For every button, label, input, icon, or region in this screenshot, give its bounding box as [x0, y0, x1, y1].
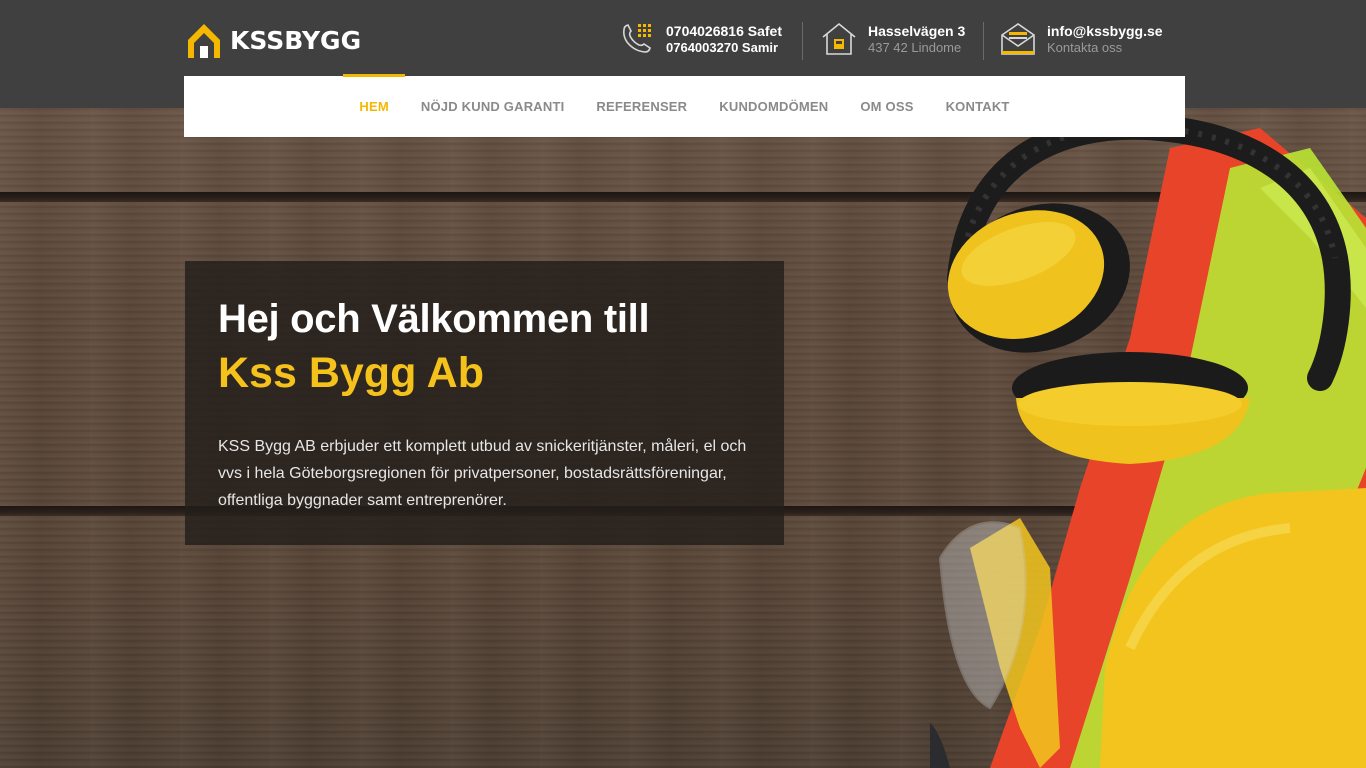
contact-us-link[interactable]: Kontakta oss: [1047, 40, 1163, 56]
hero-company-name: Kss Bygg Ab: [218, 349, 484, 397]
nav-item-kontakt[interactable]: KONTAKT: [930, 76, 1026, 137]
address-contact: Hasselvägen 3 437 42 Lindome: [820, 20, 965, 58]
phone-samir[interactable]: 0764003270 Samir: [666, 40, 782, 56]
main-nav: HEM NÖJD KUND GARANTI REFERENSER KUNDOMD…: [184, 74, 1185, 137]
nav-item-hem[interactable]: HEM: [343, 74, 405, 137]
phone-contact[interactable]: 0704026816 Safet 0764003270 Samir: [618, 20, 782, 58]
nav-item-referenser[interactable]: REFERENSER: [580, 76, 703, 137]
logo[interactable]: KSSBYGG: [184, 20, 361, 60]
divider: [983, 22, 984, 60]
envelope-icon: [1001, 23, 1035, 55]
address-city: 437 42 Lindome: [868, 39, 962, 55]
hero-title: Hej och Välkommen till: [218, 297, 650, 341]
hero-description: KSS Bygg AB erbjuder ett komplett utbud …: [218, 438, 747, 509]
safety-equipment-image: [930, 113, 1366, 768]
phone-icon: [623, 24, 651, 53]
logo-text: KSSBYGG: [230, 25, 362, 55]
house-logo-icon: [188, 24, 220, 58]
address-street: Hasselvägen 3: [868, 22, 966, 39]
nav-item-om-oss[interactable]: OM OSS: [844, 76, 929, 137]
nav-item-nojd-kund-garanti[interactable]: NÖJD KUND GARANTI: [405, 76, 581, 137]
email-address[interactable]: info@kssbygg.se: [1047, 23, 1163, 40]
email-contact[interactable]: info@kssbygg.se Kontakta oss: [999, 20, 1163, 58]
divider: [802, 22, 803, 60]
phone-safet[interactable]: 0704026816 Safet: [666, 23, 782, 40]
hero-textbox: Hej och Välkommen till Kss Bygg Ab KSS B…: [185, 261, 784, 545]
nav-item-kundomdomen[interactable]: KUNDOMDÖMEN: [703, 76, 844, 137]
house-icon: [822, 22, 856, 55]
